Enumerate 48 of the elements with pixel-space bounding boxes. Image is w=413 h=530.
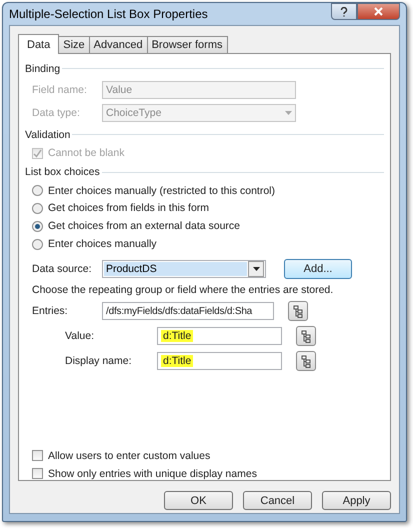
dialog-button[interactable]: Cancel [243, 491, 312, 510]
checkbox-label: Allow users to enter custom values [48, 450, 210, 462]
section-title: Validation [25, 128, 70, 141]
radio-label: Get choices from an external data source [48, 220, 240, 232]
help-icon [340, 6, 348, 16]
text-field[interactable]: d:Title [157, 327, 282, 346]
section-title: Binding [25, 62, 60, 75]
radio-button[interactable] [32, 185, 43, 196]
radio-button[interactable] [32, 220, 43, 232]
checkbox[interactable] [32, 450, 43, 462]
xpath-button[interactable] [296, 351, 316, 372]
close-icon [374, 7, 383, 16]
field-label: Data source: [32, 263, 93, 276]
field-label: Data type: [32, 106, 81, 119]
text-field[interactable]: d:Title [157, 352, 282, 370]
tree-icon [301, 354, 311, 368]
field-label: Value: [65, 330, 95, 342]
field-label: Display name: [65, 355, 133, 368]
radio-label: Enter choices manually [48, 238, 157, 250]
text-field[interactable]: /dfs:myFields/dfs:dataFields/d:Sha [102, 302, 274, 320]
radio-label: Enter choices manually (restricted to this control) [48, 184, 276, 197]
window-title: Multiple-Selection List Box Properties [9, 7, 208, 21]
tree-icon [301, 330, 311, 343]
tab[interactable]: Browser forms [146, 36, 228, 53]
checkbox-label: Show only entries with unique display names [48, 468, 257, 480]
dropdown[interactable]: ProductDS [102, 260, 266, 278]
field-label: Field name: [32, 84, 88, 96]
checkbox-label: Cannot be blank [48, 147, 124, 159]
section-title: List box choices [25, 166, 100, 178]
tab[interactable]: Advanced [88, 36, 148, 53]
radio-label: Get choices from fields in this form [48, 202, 210, 214]
tab[interactable]: Size [58, 36, 90, 53]
instruction-text: Choose the repeating group or field where the entries are stored. [31, 284, 334, 296]
caret-icon [285, 110, 292, 115]
xpath-button[interactable] [296, 326, 316, 346]
radio-button[interactable] [32, 202, 43, 214]
dialog-button[interactable]: OK [164, 491, 233, 510]
field-label: Entries: [32, 305, 69, 318]
dialog-button[interactable]: Apply [322, 491, 391, 510]
help-button[interactable] [331, 3, 357, 20]
tab[interactable]: Data [18, 34, 60, 54]
tree-icon [293, 304, 303, 318]
close-button[interactable] [357, 3, 400, 20]
add-button[interactable]: Add... [284, 259, 352, 280]
xpath-button[interactable] [288, 301, 308, 322]
checkbox[interactable] [32, 468, 43, 480]
radio-button[interactable] [32, 238, 43, 250]
caret-icon [252, 267, 260, 272]
